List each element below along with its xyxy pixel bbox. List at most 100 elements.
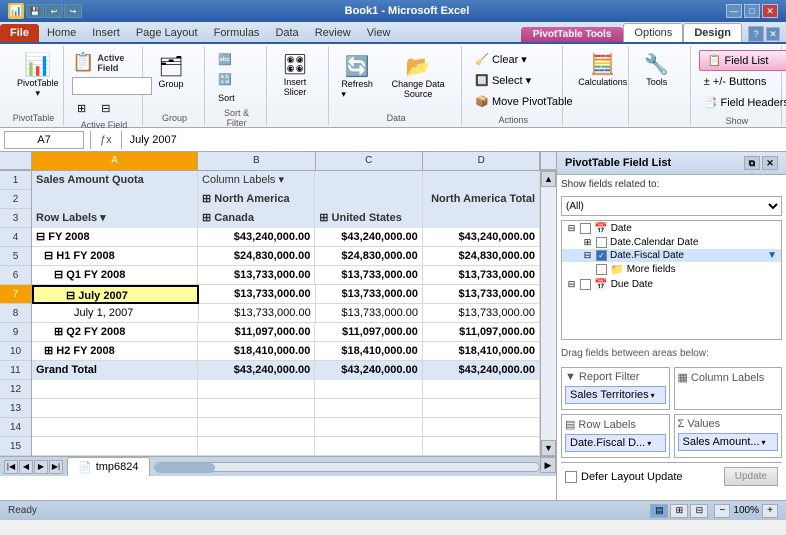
sheet-tab[interactable]: 📄 tmp6824	[67, 457, 150, 476]
zoom-in-btn[interactable]: +	[762, 504, 778, 518]
move-pivot-btn[interactable]: 📦 Move PivotTable	[470, 92, 577, 111]
fields-related-dropdown[interactable]: (All)	[561, 196, 782, 216]
fiscal-date-checkbox[interactable]: ✓	[596, 250, 607, 261]
row-2[interactable]: 2	[0, 190, 31, 209]
cell-reference[interactable]: A7	[4, 131, 84, 149]
vertical-scrollbar[interactable]: ▲ ▼	[540, 171, 556, 456]
cell-4d[interactable]: $43,240,000.00	[423, 228, 540, 247]
row-8[interactable]: 8	[0, 304, 31, 323]
h-scrollbar[interactable]	[154, 462, 540, 472]
field-item-more-fields[interactable]: 📁 More fields	[562, 262, 781, 277]
row-4[interactable]: 4	[0, 228, 31, 247]
field-item-calendar-date[interactable]: ⊞ Date.Calendar Date	[562, 236, 781, 249]
change-data-source-btn[interactable]: 📂 Change Data Source	[381, 50, 455, 103]
active-field-input[interactable]	[72, 77, 152, 95]
row-6[interactable]: 6	[0, 266, 31, 285]
row-9[interactable]: 9	[0, 323, 31, 342]
row-10[interactable]: 10	[0, 342, 31, 361]
row-13[interactable]: 13	[0, 399, 31, 418]
field-list-btn[interactable]: 📋 Field List	[699, 50, 786, 71]
normal-view-btn[interactable]: ▤	[650, 504, 668, 518]
cell-8c[interactable]: $13,733,000.00	[316, 304, 423, 323]
nav-prev-btn[interactable]: ◀	[19, 460, 33, 474]
cell-11d[interactable]: $43,240,000.00	[423, 361, 540, 380]
cell-7b[interactable]: $13,733,000.00	[199, 285, 316, 304]
cell-10b[interactable]: $18,410,000.00	[198, 342, 315, 361]
row-11[interactable]: 11	[0, 361, 31, 380]
row-7[interactable]: 7	[0, 285, 31, 304]
quick-save[interactable]: 💾	[26, 4, 44, 18]
cell-5c[interactable]: $24,830,000.00	[315, 247, 422, 266]
page-layout-view-btn[interactable]: ⊞	[670, 504, 688, 518]
zoom-out-btn[interactable]: −	[714, 504, 730, 518]
row-1[interactable]: 1	[0, 171, 31, 190]
cell-6c[interactable]: $13,733,000.00	[315, 266, 422, 285]
cell-1b[interactable]: Column Labels ▾	[198, 171, 315, 190]
field-headers-btn[interactable]: 📑 Field Headers	[699, 93, 786, 112]
cell-7c[interactable]: $13,733,000.00	[316, 285, 423, 304]
field-item-date[interactable]: ⊟ 📅 Date	[562, 221, 781, 236]
cell-9b[interactable]: $11,097,000.00	[198, 323, 315, 342]
plus-minus-btn[interactable]: ± +/- Buttons	[699, 73, 786, 91]
collapse-field-btn[interactable]: ⊟	[96, 99, 115, 118]
cell-10a[interactable]: ⊞ H2 FY 2008	[32, 342, 198, 361]
cell-9a[interactable]: ⊞ Q2 FY 2008	[32, 323, 198, 342]
tab-view[interactable]: View	[359, 24, 399, 42]
pivottable-btn[interactable]: 📊 PivotTable▾	[10, 50, 66, 103]
date-expand-icon[interactable]: ⊟	[566, 223, 577, 234]
nav-next-btn[interactable]: ▶	[34, 460, 48, 474]
due-date-expand[interactable]: ⊟	[566, 279, 577, 290]
scroll-track[interactable]	[541, 187, 556, 440]
tab-options[interactable]: Options	[623, 23, 683, 42]
cell-8d[interactable]: $13,733,000.00	[423, 304, 540, 323]
tab-review[interactable]: Review	[307, 24, 359, 42]
cell-10c[interactable]: $18,410,000.00	[315, 342, 422, 361]
fiscal-date-area-item[interactable]: Date.Fiscal D... ▾	[565, 434, 666, 452]
help-btn[interactable]: ?	[748, 26, 764, 42]
sales-territories-item[interactable]: Sales Territories ▾	[565, 386, 666, 404]
update-btn[interactable]: Update	[724, 467, 778, 486]
cell-8b[interactable]: $13,733,000.00	[199, 304, 316, 323]
h-scroll-area[interactable]	[150, 457, 540, 476]
cell-3a[interactable]: Row Labels ▾	[32, 209, 198, 228]
defer-checkbox[interactable]	[565, 471, 577, 483]
cell-5b[interactable]: $24,830,000.00	[198, 247, 315, 266]
h-scrollbar-thumb[interactable]	[155, 463, 215, 473]
cell-3c[interactable]: ⊞ United States	[315, 209, 423, 228]
sales-amount-item[interactable]: Sales Amount... ▾	[678, 433, 779, 451]
row-5[interactable]: 5	[0, 247, 31, 266]
group-btn[interactable]: 🗂 Group	[151, 50, 191, 93]
cell-10d[interactable]: $18,410,000.00	[423, 342, 540, 361]
scroll-down-btn[interactable]: ▼	[541, 440, 556, 456]
due-date-checkbox[interactable]	[580, 279, 591, 290]
ribbon-close-btn[interactable]: ✕	[766, 27, 780, 41]
expand-field-btn[interactable]: ⊞	[72, 99, 94, 118]
field-item-due-date[interactable]: ⊟ 📅 Due Date	[562, 277, 781, 292]
refresh-btn[interactable]: 🔄 Refresh▾	[337, 50, 377, 104]
sort-za-btn[interactable]: 🔡	[213, 70, 240, 89]
cell-6d[interactable]: $13,733,000.00	[423, 266, 540, 285]
cell-8a[interactable]: July 1, 2007	[32, 304, 199, 323]
cell-3b[interactable]: ⊞ Canada	[198, 209, 315, 228]
cell-9d[interactable]: $11,097,000.00	[423, 323, 540, 342]
function-btn[interactable]: ƒx	[97, 134, 115, 146]
scroll-up-btn[interactable]: ▲	[541, 171, 556, 187]
col-header-c[interactable]: C	[316, 152, 424, 170]
quick-undo[interactable]: ↩	[45, 4, 63, 18]
quick-redo[interactable]: ↪	[64, 4, 82, 18]
date-checkbox[interactable]	[580, 223, 591, 234]
row-12[interactable]: 12	[0, 380, 31, 399]
cell-4a[interactable]: ⊟ FY 2008	[32, 228, 198, 247]
minimize-btn[interactable]: —	[726, 4, 742, 18]
cell-5a[interactable]: ⊟ H1 FY 2008	[32, 247, 198, 266]
cell-4c[interactable]: $43,240,000.00	[315, 228, 423, 247]
tab-page-layout[interactable]: Page Layout	[128, 24, 206, 42]
field-item-fiscal-date[interactable]: ⊟ ✓ Date.Fiscal Date ▼	[562, 249, 781, 262]
cell-7d[interactable]: $13,733,000.00	[423, 285, 540, 304]
calculations-btn[interactable]: 🧮 Calculations	[571, 48, 634, 91]
sort-az-btn[interactable]: 🔤	[213, 50, 240, 69]
tab-home[interactable]: Home	[39, 24, 84, 42]
cell-2d[interactable]: North America Total	[423, 190, 540, 209]
panel-copy-btn[interactable]: ⧉	[744, 156, 760, 170]
calendar-date-checkbox[interactable]	[596, 237, 607, 248]
